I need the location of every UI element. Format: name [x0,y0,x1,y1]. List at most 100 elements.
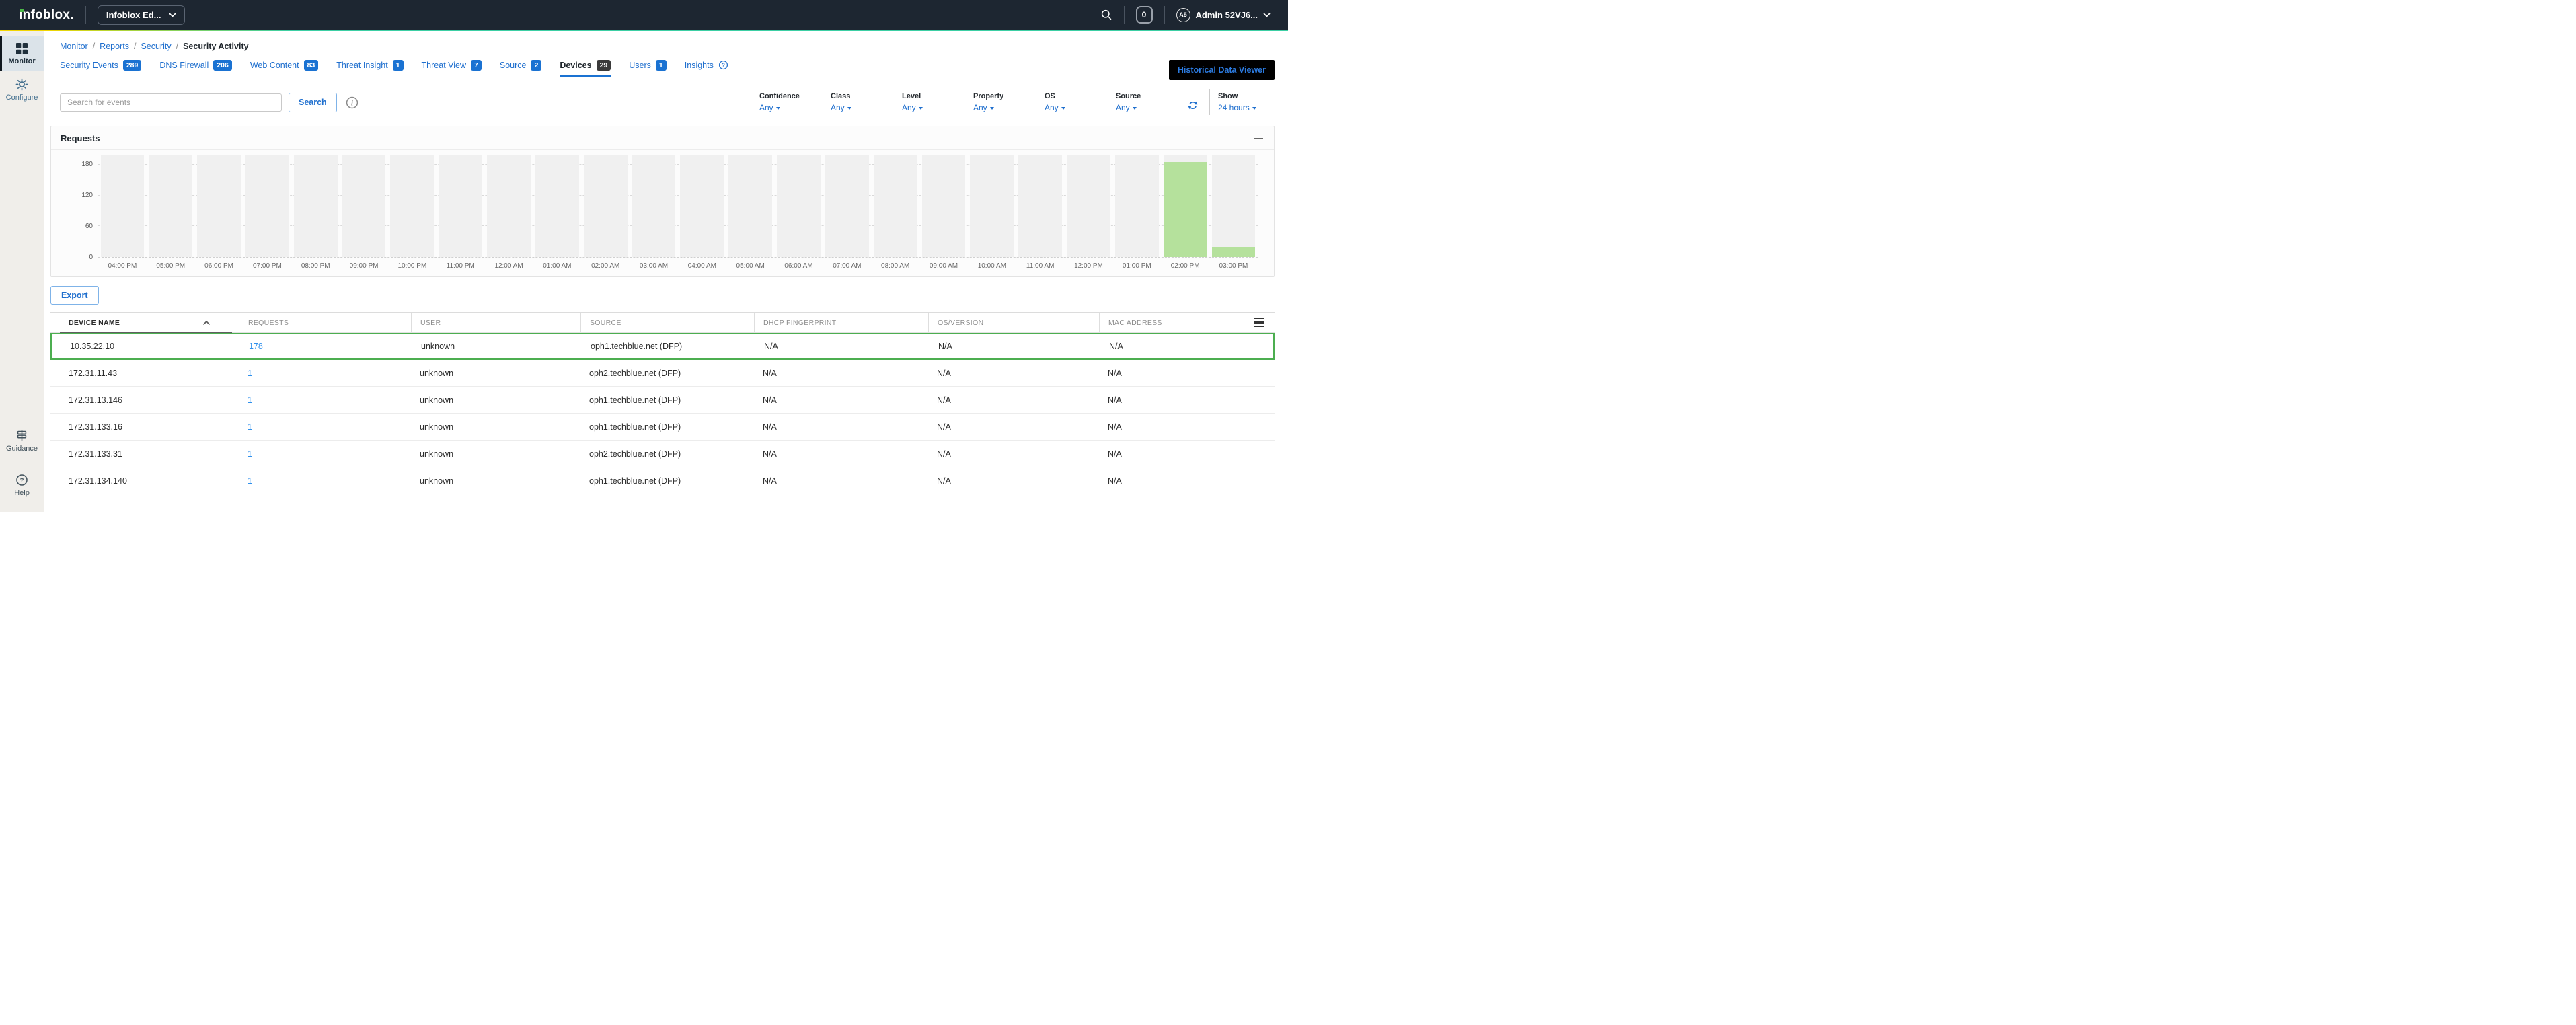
requests-link[interactable]: 1 [248,395,252,405]
chart-band [487,155,531,257]
cell-mac-address: N/A [1099,369,1244,378]
historical-data-viewer-button[interactable]: Historical Data Viewer [1169,60,1275,80]
table-row[interactable]: 172.31.13.1461unknownoph1.techblue.net (… [50,387,1275,414]
column-header-requests[interactable]: REQUESTS [239,313,411,332]
tab-label: DNS Firewall [159,61,209,70]
column-header-source[interactable]: SOURCE [580,313,754,332]
info-icon[interactable]: i [346,96,358,109]
cell-device-name: 10.35.22.10 [52,342,240,351]
tab-count-badge: 206 [213,60,232,71]
tab-label: Users [629,61,651,70]
x-axis-tick-label: 02:00 PM [1164,262,1207,270]
column-header-label: REQUESTS [248,319,289,327]
search-button-topbar[interactable] [1100,9,1112,21]
cell-dhcp-fingerprint: N/A [754,476,928,486]
search-button[interactable]: Search [289,93,337,112]
chart-band [1018,155,1062,257]
cell-device-name: 172.31.13.146 [50,395,239,405]
column-header-device-name[interactable]: DEVICE NAME [50,313,239,332]
chart-band [1164,155,1207,257]
tab-security-events[interactable]: Security Events289 [60,60,141,77]
tab-web-content[interactable]: Web Content83 [250,60,318,77]
chart-band [632,155,676,257]
y-axis-tick-label: 180 [81,161,93,168]
x-axis-tick-label: 09:00 AM [922,262,966,270]
x-axis-tick-label: 11:00 PM [439,262,482,270]
filter-value-dropdown[interactable]: Any [1116,103,1187,112]
cell-user: unknown [412,342,582,351]
cell-mac-address: N/A [1099,449,1244,459]
requests-link[interactable]: 1 [248,476,252,486]
requests-link[interactable]: 1 [248,422,252,432]
show-filter: Show 24 hours [1218,92,1275,112]
cell-requests: 178 [240,342,412,351]
table-row[interactable]: 172.31.134.1401unknownoph1.techblue.net … [50,467,1275,494]
export-button[interactable]: Export [50,286,99,305]
x-axis-tick-label: 07:00 PM [245,262,289,270]
search-input[interactable] [60,93,282,112]
chart-bar[interactable] [1164,162,1207,257]
question-circle-icon: ? [15,473,28,486]
sidebar-item-monitor[interactable]: Monitor [0,36,44,71]
column-header-mac-address[interactable]: MAC ADDRESS [1099,313,1244,332]
sidebar-item-label: Help [14,490,30,497]
requests-link[interactable]: 1 [248,369,252,378]
requests-link[interactable]: 1 [248,449,252,459]
sidebar-item-help[interactable]: ? Help [0,467,44,503]
edition-selector-button[interactable]: Infoblox Ed... [98,5,186,25]
column-header-user[interactable]: USER [411,313,580,332]
collapse-panel-icon[interactable] [1254,138,1263,139]
tab-threat-view[interactable]: Threat View7 [422,60,482,77]
breadcrumb-link-monitor[interactable]: Monitor [60,42,88,51]
filter-value-dropdown[interactable]: Any [759,103,831,112]
refresh-icon[interactable] [1187,100,1199,111]
column-header-label: OS/VERSION [938,319,983,327]
table-row[interactable]: 172.31.11.431unknownoph2.techblue.net (D… [50,360,1275,387]
tab-label: Devices [560,61,591,70]
sidebar-item-configure[interactable]: Configure [0,71,44,108]
caret-down-icon [1133,107,1137,110]
filter-value-dropdown[interactable]: Any [831,103,902,112]
chart-band [197,155,241,257]
tab-insights[interactable]: Insights? [685,60,728,77]
sidebar-item-guidance[interactable]: Guidance [0,422,44,459]
filter-level: LevelAny [902,92,973,112]
toolbar-divider [1209,89,1210,115]
chart-bar[interactable] [1212,247,1256,257]
cell-requests: 1 [239,422,411,432]
filter-value-dropdown[interactable]: Any [902,103,973,112]
table-row[interactable]: 172.31.133.311unknownoph2.techblue.net (… [50,441,1275,467]
requests-link[interactable]: 178 [249,342,263,351]
chart-band [874,155,917,257]
caret-down-icon [1061,107,1065,110]
filter-value-dropdown[interactable]: Any [973,103,1045,112]
tab-users[interactable]: Users1 [629,60,667,77]
tab-threat-insight[interactable]: Threat Insight1 [336,60,403,77]
tab-source[interactable]: Source2 [500,60,541,77]
filter-value-dropdown[interactable]: Any [1045,103,1116,112]
chart-band [1115,155,1159,257]
column-header-dhcp-fingerprint[interactable]: DHCP FINGERPRINT [754,313,928,332]
column-header-os-version[interactable]: OS/VERSION [928,313,1099,332]
user-menu[interactable]: A5 Admin 52VJ6... [1176,8,1271,22]
cell-source: oph2.techblue.net (DFP) [580,369,754,378]
notifications-button[interactable]: 0 [1136,6,1153,24]
breadcrumb-link-security[interactable]: Security [141,42,171,51]
tab-dns-firewall[interactable]: DNS Firewall 206 [159,60,231,77]
table-row[interactable]: 172.31.133.161unknownoph1.techblue.net (… [50,414,1275,441]
tab-devices[interactable]: Devices29 [560,60,611,77]
x-axis-tick-label: 03:00 AM [632,262,676,270]
table-row[interactable]: 10.35.22.10 178 unknownoph1.techblue.net (… [50,333,1275,360]
help-circle-icon: ? [718,60,728,70]
search-icon [1100,9,1112,21]
topbar-divider [1124,6,1125,24]
caret-down-icon [990,107,994,110]
filter-confidence: ConfidenceAny [759,92,831,112]
breadcrumb-link-reports[interactable]: Reports [100,42,129,51]
caret-down-icon [1252,107,1256,110]
notifications-count: 0 [1142,10,1147,20]
table-menu-button[interactable] [1244,313,1275,332]
chart-band [728,155,772,257]
show-value-dropdown[interactable]: 24 hours [1218,103,1275,112]
cell-source: oph1.techblue.net (DFP) [582,342,755,351]
